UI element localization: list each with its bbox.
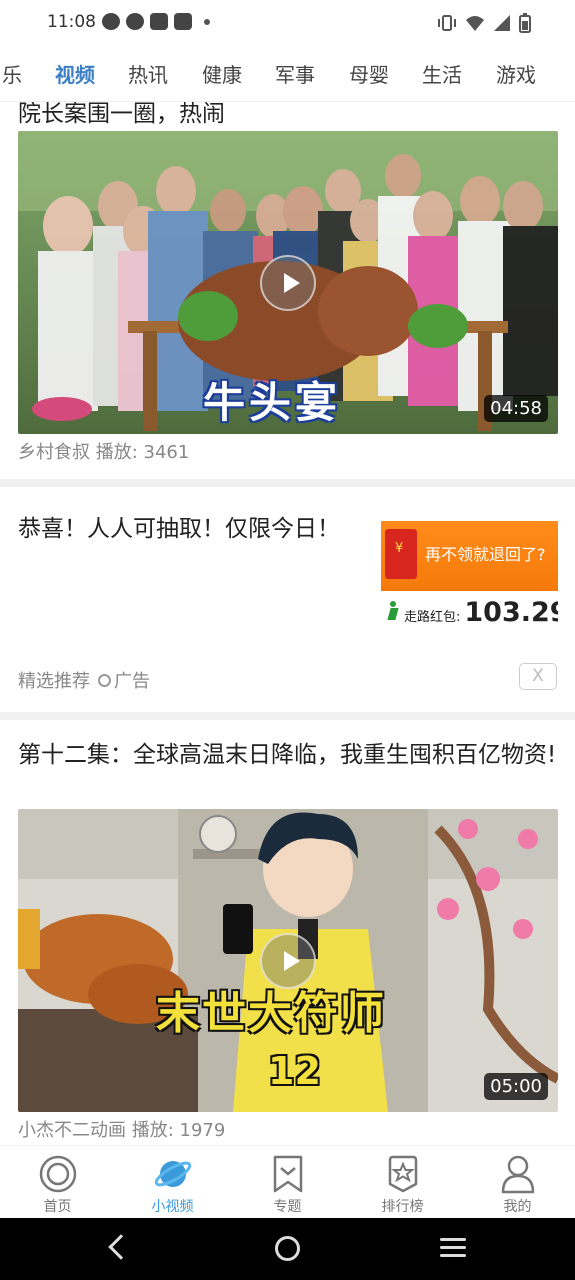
status-bar: 11:08: [0, 0, 575, 44]
nav-me[interactable]: 我的: [460, 1146, 575, 1219]
ad-label: 广告: [114, 671, 150, 692]
video-thumbnail[interactable]: 末世大符师 12 05:00: [18, 809, 558, 1112]
ad-reward-line: 走路红包: 103.29 元: [385, 597, 558, 628]
video-meta: 小杰不二动画 播放: 1979: [18, 1116, 225, 1142]
signal-icon: [494, 15, 510, 31]
back-icon[interactable]: [108, 1234, 134, 1260]
system-icons: [437, 13, 531, 33]
tab-games[interactable]: 游戏: [496, 59, 536, 88]
system-nav-bar: [0, 1218, 575, 1280]
video-thumbnail[interactable]: 牛头宴 04:58: [18, 131, 558, 434]
video-title[interactable]: 第十二集：全球高温末日降临，我重生囤积百亿物资!: [18, 739, 558, 771]
compass-icon: [126, 13, 144, 30]
vibrate-icon: [438, 15, 456, 31]
nav-small-video[interactable]: 小视频: [115, 1146, 230, 1219]
ad-banner-text: 再不领就退回了?: [425, 545, 546, 564]
ad-amount: 103.29: [464, 597, 558, 628]
nav-ranking[interactable]: 排行榜: [345, 1146, 460, 1219]
video-title[interactable]: 院长案围一圈，热闹: [18, 102, 225, 128]
play-button[interactable]: [260, 933, 316, 989]
ad-tag: 精选推荐: [18, 671, 90, 692]
walking-person-icon: [385, 601, 401, 621]
play-button[interactable]: [260, 255, 316, 311]
tab-life[interactable]: 生活: [422, 59, 462, 88]
ad-walk-label: 走路红包:: [404, 610, 461, 625]
video-source[interactable]: 乡村食叔: [18, 442, 90, 463]
nav-ranking-label: 排行榜: [381, 1199, 424, 1215]
ad-close-button[interactable]: X: [519, 663, 557, 690]
overlay-caption: 牛头宴: [203, 378, 342, 427]
bookmark-icon: [273, 1155, 303, 1193]
bottom-nav: 首页 小视频 专题 排行榜 我的: [0, 1145, 575, 1218]
video-duration: 05:00: [484, 1073, 548, 1100]
mail-icon: [150, 13, 168, 30]
category-tabs: 乐 视频 热讯 健康 军事 母婴 生活 游戏: [0, 44, 575, 102]
ad-meta: 精选推荐 广告: [18, 667, 150, 693]
message-icon: [102, 13, 120, 30]
wifi-icon: [466, 16, 484, 31]
tab-hot-news[interactable]: 热讯: [128, 59, 168, 88]
video-source[interactable]: 小杰不二动画: [18, 1120, 126, 1141]
home-icon[interactable]: [275, 1236, 300, 1261]
video-meta: 乡村食叔 播放: 3461: [18, 438, 189, 464]
video-feed[interactable]: 院长案围一圈，热闹 牛头宴 04:58 乡村食叔 播放: 3461 恭喜！人人可…: [0, 102, 575, 1145]
red-envelope-icon: [385, 529, 417, 579]
ad-image[interactable]: 再不领就退回了? 走路红包: 103.29 元: [381, 519, 558, 637]
ad-info-icon: [98, 673, 111, 687]
ad-banner: 再不领就退回了?: [381, 521, 558, 591]
nav-small-video-label: 小视频: [151, 1199, 194, 1215]
more-dot-icon: [204, 18, 210, 25]
mail-icon: [174, 13, 192, 30]
status-time: 11:08: [47, 12, 96, 32]
notification-icons: [102, 13, 210, 30]
user-icon: [501, 1155, 535, 1194]
overlay-caption: 末世大符师: [156, 988, 386, 1039]
nav-home-label: 首页: [43, 1199, 72, 1215]
divider: [0, 712, 575, 720]
nav-topics[interactable]: 专题: [230, 1146, 345, 1219]
video-plays: 播放: 1979: [131, 1120, 226, 1141]
video-plays: 播放: 3461: [95, 442, 190, 463]
ad-title[interactable]: 恭喜！人人可抽取！仅限今日！: [18, 514, 348, 545]
tab-health[interactable]: 健康: [202, 59, 242, 88]
overlay-episode: 12: [268, 1049, 321, 1093]
tab-entertainment[interactable]: 乐: [2, 59, 22, 88]
star-badge-icon: [388, 1155, 418, 1193]
tab-video[interactable]: 视频: [55, 59, 95, 88]
nav-me-label: 我的: [503, 1199, 532, 1215]
divider: [0, 479, 575, 487]
battery-icon: [519, 13, 531, 33]
home-ring-icon: [39, 1155, 77, 1193]
video-duration: 04:58: [484, 395, 548, 422]
nav-home[interactable]: 首页: [0, 1146, 115, 1219]
tab-parenting[interactable]: 母婴: [349, 59, 389, 88]
planet-icon: [154, 1161, 192, 1187]
nav-topics-label: 专题: [273, 1199, 302, 1215]
tab-military[interactable]: 军事: [275, 59, 315, 88]
recents-icon[interactable]: [440, 1238, 466, 1258]
